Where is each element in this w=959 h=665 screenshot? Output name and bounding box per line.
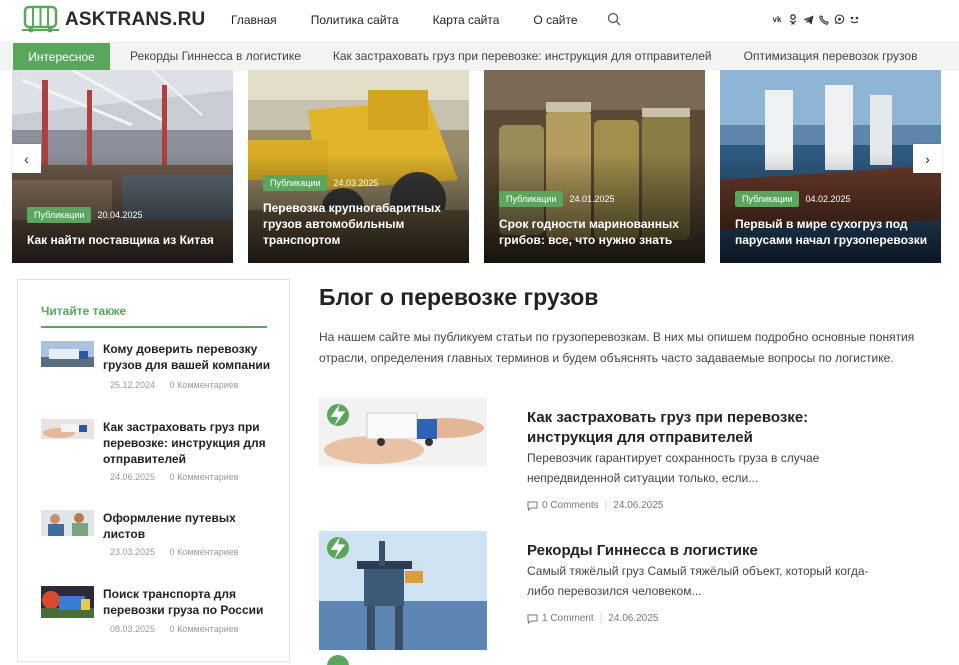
- sidebar-post-title[interactable]: Кому доверить перевозку грузов для вашей…: [103, 341, 273, 373]
- post-comments[interactable]: 1 Comment: [542, 613, 594, 624]
- sidebar-post-meta: 25.12.2024 0 Комментариев: [110, 380, 251, 390]
- slider-prev-button[interactable]: ‹: [12, 144, 41, 173]
- site-header: ASKTRANS.RU Главная Политика сайта Карта…: [0, 0, 959, 41]
- telegram-icon[interactable]: [801, 13, 815, 26]
- post-title[interactable]: Как застраховать груз при перевозке: инс…: [527, 408, 827, 448]
- lightning-icon: [327, 404, 349, 426]
- post-date: 24.06.2025: [608, 613, 659, 624]
- post-meta: 0 Comments | 24.06.2025: [527, 500, 663, 511]
- viber-icon[interactable]: [817, 13, 831, 26]
- news-ticker: Интересное Рекорды Гиннесса в логистике …: [0, 41, 959, 71]
- slide-title[interactable]: Перевозка крупногабаритных грузов автомо…: [263, 200, 457, 248]
- slide-title[interactable]: Первый в мире сухогруз под парусами нача…: [735, 216, 929, 248]
- post-comments[interactable]: 0 Комментариев: [170, 547, 239, 557]
- post-meta: 1 Comment | 24.06.2025: [527, 613, 658, 624]
- slide-date: 20.04.2025: [97, 210, 143, 220]
- slider-card[interactable]: Публикации 24.03.2025 Перевозка крупнога…: [248, 70, 469, 263]
- post-comments[interactable]: 0 Комментариев: [170, 472, 239, 482]
- slide-meta: Публикации 20.04.2025: [27, 207, 143, 223]
- sidebar-post-title[interactable]: Оформление путевых листов: [103, 510, 273, 542]
- lightning-icon: [327, 537, 349, 559]
- comment-icon: [527, 501, 538, 511]
- slide-date: 04.02.2025: [805, 194, 851, 204]
- ticker-label[interactable]: Интересное: [13, 43, 110, 70]
- whatsapp-icon[interactable]: [832, 13, 846, 26]
- post-date: 23.03.2025: [110, 547, 156, 557]
- sidebar-post-meta: 08.03.2025 0 Комментариев: [110, 624, 251, 634]
- slider-card[interactable]: Публикации 24.01.2025 Срок годности мари…: [484, 70, 705, 263]
- sidebar-post-meta: 23.03.2025 0 Комментариев: [110, 547, 251, 557]
- ticker-item[interactable]: Как застраховать груз при перевозке: инс…: [333, 49, 712, 63]
- page-title: Блог о перевозке грузов: [319, 284, 599, 310]
- category-badge[interactable]: Публикации: [499, 191, 564, 207]
- site-logo[interactable]: ASKTRANS.RU: [22, 5, 205, 34]
- post-date: 24.06.2025: [613, 500, 664, 511]
- post-thumbnail[interactable]: [319, 398, 487, 466]
- ticker-item[interactable]: Рекорды Гиннесса в логистике: [130, 49, 301, 63]
- nav-about[interactable]: О сайте: [533, 13, 577, 27]
- post-thumbnail[interactable]: [41, 341, 94, 367]
- slide-meta: Публикации 24.01.2025: [499, 191, 615, 207]
- category-badge[interactable]: Публикации: [27, 207, 92, 223]
- slide-date: 24.03.2025: [333, 178, 379, 188]
- slide-title[interactable]: Срок годности маринованных грибов: все, …: [499, 216, 693, 248]
- post-comments[interactable]: 0 Comments: [542, 500, 599, 511]
- nav-sitemap[interactable]: Карта сайта: [433, 13, 500, 27]
- odnoklassniki-icon[interactable]: [786, 13, 800, 26]
- nav-policy[interactable]: Политика сайта: [311, 13, 399, 27]
- category-badge[interactable]: Публикации: [263, 175, 328, 191]
- post-date: 25.12.2024: [110, 380, 156, 390]
- post-excerpt: Перевозчик гарантирует сохранность груза…: [527, 451, 820, 485]
- post-title[interactable]: Рекорды Гиннесса в логистике: [527, 541, 827, 561]
- post-date: 08.03.2025: [110, 624, 156, 634]
- widget-underline: [41, 326, 267, 328]
- slider-card[interactable]: Публикации 04.02.2025 Первый в мире сухо…: [720, 70, 941, 263]
- slide-date: 24.01.2025: [569, 194, 615, 204]
- post-excerpt: Самый тяжёлый груз Самый тяжёлый объект,…: [527, 564, 869, 598]
- social-links: vk: [770, 13, 863, 26]
- related-posts-widget: Читайте также Кому доверить перевозку гр…: [17, 279, 290, 662]
- post-thumbnail[interactable]: [41, 510, 94, 536]
- ticker-items: Рекорды Гиннесса в логистике Как застрах…: [130, 49, 949, 63]
- post-thumbnail[interactable]: [41, 419, 94, 439]
- post-thumbnail[interactable]: [319, 531, 487, 650]
- page-intro: На нашем сайте мы публикуем статьи по гр…: [319, 330, 915, 365]
- post-comments[interactable]: 0 Комментариев: [170, 380, 239, 390]
- slide-meta: Публикации 24.03.2025: [263, 175, 379, 191]
- search-icon[interactable]: [607, 12, 621, 26]
- sidebar-post-title[interactable]: Как застраховать груз при перевозке: инс…: [103, 419, 273, 467]
- slider-next-button[interactable]: ›: [913, 144, 942, 173]
- sidebar-post-title[interactable]: Поиск транспорта для перевозки груза по …: [103, 586, 273, 618]
- post-comments[interactable]: 0 Комментариев: [170, 624, 239, 634]
- widget-title: Читайте также: [41, 304, 127, 318]
- logo-text: ASKTRANS.RU: [65, 8, 206, 30]
- yandex-zen-icon[interactable]: [848, 13, 862, 26]
- vk-icon[interactable]: vk: [770, 13, 784, 26]
- lightning-icon: [327, 655, 349, 665]
- ticker-item[interactable]: Оптимизация перевозок грузов: [744, 49, 918, 63]
- nav-home[interactable]: Главная: [231, 13, 277, 27]
- slider-card[interactable]: Публикации 20.04.2025 Как найти поставщи…: [12, 70, 233, 263]
- post-date: 24.06.2025: [110, 472, 156, 482]
- post-thumbnail[interactable]: [41, 586, 94, 618]
- main-nav: Главная Политика сайта Карта сайта О сай…: [231, 13, 612, 27]
- slide-meta: Публикации 04.02.2025: [735, 191, 851, 207]
- train-logo-icon: [22, 5, 59, 33]
- sidebar-post-meta: 24.06.2025 0 Комментариев: [110, 472, 251, 482]
- slide-title[interactable]: Как найти поставщика из Китая: [27, 232, 221, 248]
- comment-icon: [527, 614, 538, 624]
- category-badge[interactable]: Публикации: [735, 191, 800, 207]
